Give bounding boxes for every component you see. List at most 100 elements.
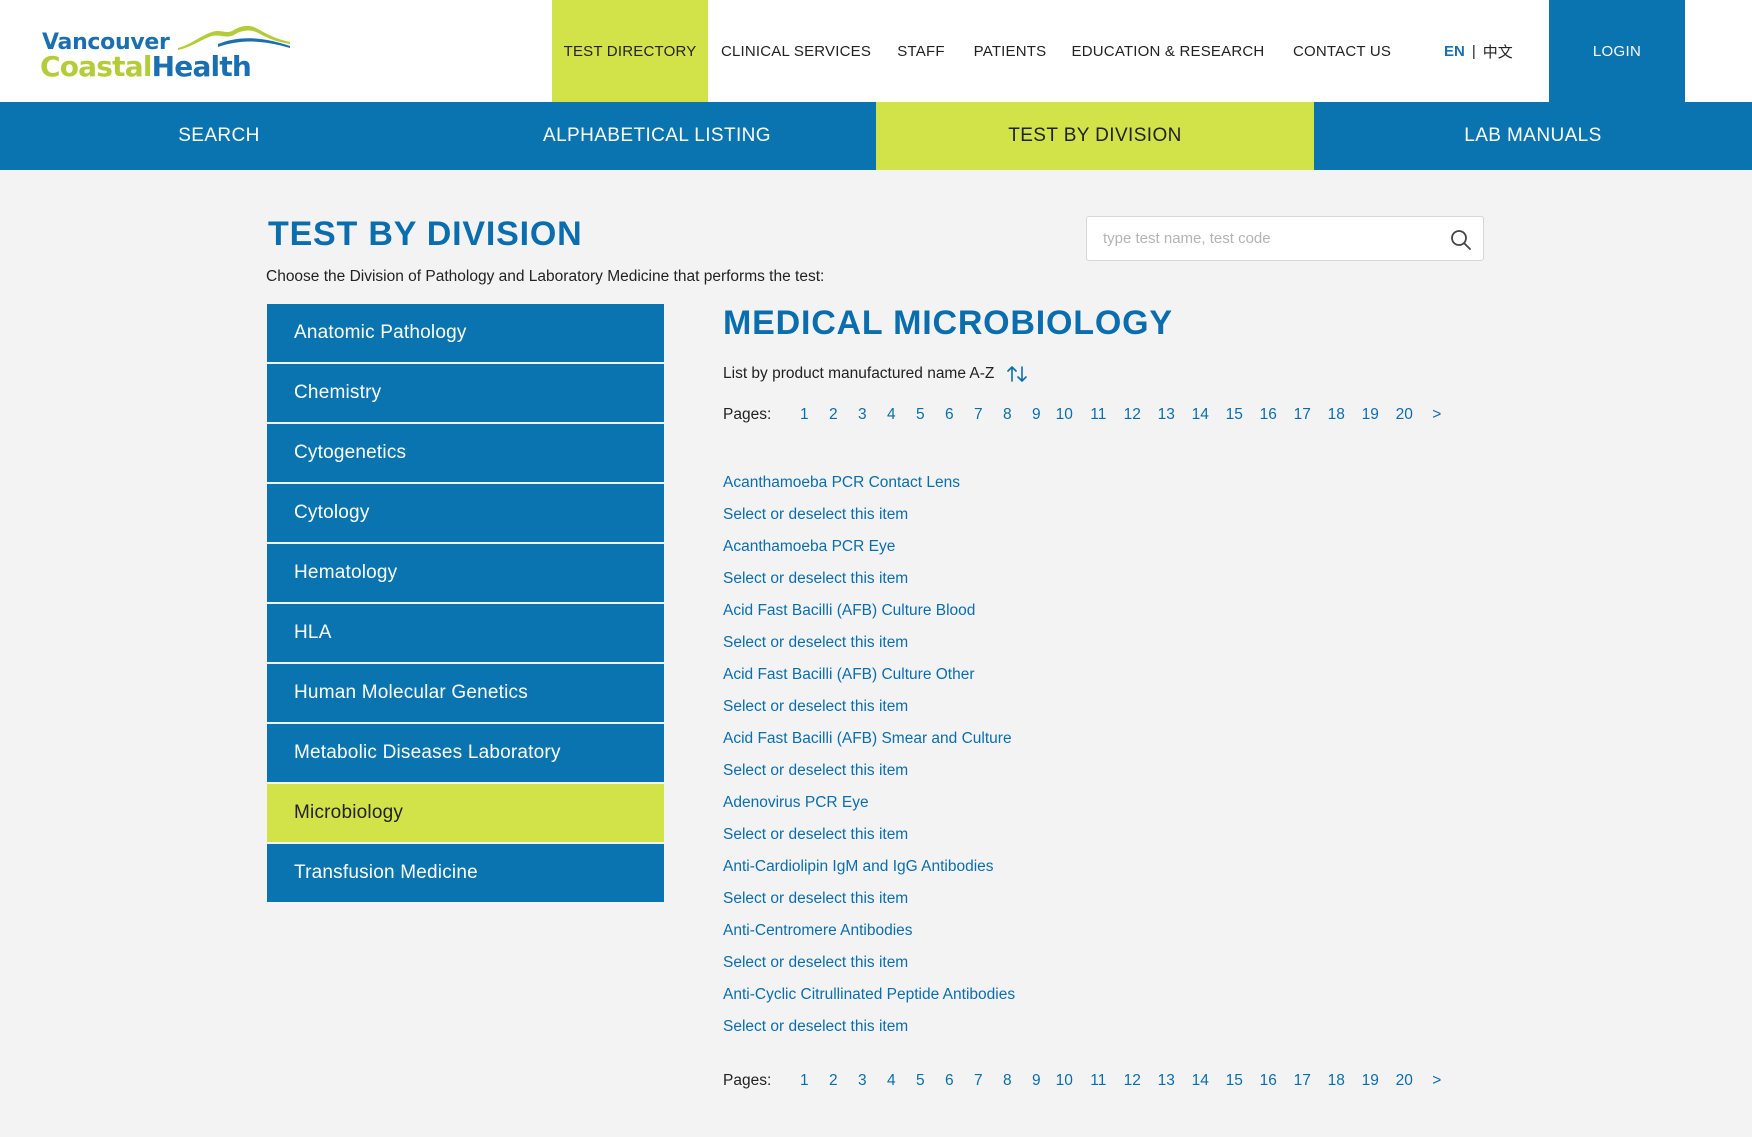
subnav-alphabetical-listing[interactable]: ALPHABETICAL LISTING [438,102,876,170]
page-link-3[interactable]: 3 [856,1072,868,1090]
page-link-19[interactable]: 19 [1358,406,1382,424]
subnav-search[interactable]: SEARCH [0,102,438,170]
page-link-17[interactable]: 17 [1290,1072,1314,1090]
topnav-patients[interactable]: PATIENTS [962,0,1058,102]
page-link-8[interactable]: 8 [1001,1072,1013,1090]
page-link-10[interactable]: 10 [1052,406,1076,424]
sort-control[interactable]: List by product manufactured name A-Z [723,364,1028,384]
page-link-3[interactable]: 3 [856,406,868,424]
page-link-5[interactable]: 5 [914,406,926,424]
sort-arrows-icon[interactable] [1006,364,1028,384]
topnav-test-directory[interactable]: TEST DIRECTORY [552,0,708,102]
page-link-1[interactable]: 1 [798,406,810,424]
page-link-10[interactable]: 10 [1052,1072,1076,1090]
next-page-link[interactable]: > [1432,406,1441,424]
mountain-logo-icon [178,25,290,50]
division-metabolic-diseases-laboratory[interactable]: Metabolic Diseases Laboratory [267,724,664,784]
page-link-20[interactable]: 20 [1392,1072,1416,1090]
select-item-toggle[interactable]: Select or deselect this item [723,819,1015,851]
division-hematology[interactable]: Hematology [267,544,664,604]
test-search-input[interactable] [1087,217,1483,260]
pagination-bottom: Pages: 1 2 3 4 5 6 7 8 9 10 11 12 13 14 15 16 17 18 19 20 > [723,1072,1441,1090]
login-button[interactable]: LOGIN [1549,0,1685,102]
page-link-2[interactable]: 2 [827,1072,839,1090]
page-link-4[interactable]: 4 [885,1072,897,1090]
page-link-11[interactable]: 11 [1086,406,1110,424]
division-cytology[interactable]: Cytology [267,484,664,544]
page-link-6[interactable]: 6 [943,406,955,424]
test-link[interactable]: Acid Fast Bacilli (AFB) Smear and Cultur… [723,723,1015,755]
division-human-molecular-genetics[interactable]: Human Molecular Genetics [267,664,664,724]
select-item-toggle[interactable]: Select or deselect this item [723,627,1015,659]
page-link-18[interactable]: 18 [1324,1072,1348,1090]
test-link[interactable]: Acid Fast Bacilli (AFB) Culture Other [723,659,1015,691]
page-link-12[interactable]: 12 [1120,1072,1144,1090]
lang-separator: | [1471,42,1476,60]
page-link-6[interactable]: 6 [943,1072,955,1090]
topnav-education-research[interactable]: EDUCATION & RESEARCH [1062,0,1274,102]
test-link[interactable]: Acanthamoeba PCR Eye [723,531,1015,563]
division-microbiology[interactable]: Microbiology [267,784,664,844]
page-link-1[interactable]: 1 [798,1072,810,1090]
subnav-test-by-division[interactable]: TEST BY DIVISION [876,102,1314,170]
division-chemistry[interactable]: Chemistry [267,364,664,424]
pages-label: Pages: [723,406,772,423]
page-link-19[interactable]: 19 [1358,1072,1382,1090]
page-title: TEST BY DIVISION [268,215,583,253]
select-item-toggle[interactable]: Select or deselect this item [723,947,1015,979]
page-link-12[interactable]: 12 [1120,406,1144,424]
topnav-staff[interactable]: STAFF [884,0,958,102]
page-link-2[interactable]: 2 [827,406,839,424]
pagination-top: Pages: 1 2 3 4 5 6 7 8 9 10 11 12 13 14 15 16 17 18 19 20 > [723,406,1441,424]
test-link[interactable]: Anti-Centromere Antibodies [723,915,1015,947]
select-item-toggle[interactable]: Select or deselect this item [723,499,1015,531]
select-item-toggle[interactable]: Select or deselect this item [723,755,1015,787]
select-item-toggle[interactable]: Select or deselect this item [723,563,1015,595]
select-item-toggle[interactable]: Select or deselect this item [723,1011,1015,1043]
test-link[interactable]: Acid Fast Bacilli (AFB) Culture Blood [723,595,1015,627]
page-link-15[interactable]: 15 [1222,406,1246,424]
page-link-13[interactable]: 13 [1154,406,1178,424]
division-hla[interactable]: HLA [267,604,664,664]
lang-en-link[interactable]: EN [1444,43,1465,60]
page-link-13[interactable]: 13 [1154,1072,1178,1090]
logo-text-coastal-health: CoastalHealth [40,50,252,83]
subnav-lab-manuals[interactable]: LAB MANUALS [1314,102,1752,170]
page-link-9[interactable]: 9 [1030,406,1042,424]
test-results-list: Acanthamoeba PCR Contact Lens Select or d… [723,467,1015,1043]
test-link[interactable]: Adenovirus PCR Eye [723,787,1015,819]
lang-zh-link[interactable]: 中文 [1483,41,1513,62]
page-link-14[interactable]: 14 [1188,1072,1212,1090]
page-link-20[interactable]: 20 [1392,406,1416,424]
select-item-toggle[interactable]: Select or deselect this item [723,883,1015,915]
division-anatomic-pathology[interactable]: Anatomic Pathology [267,304,664,364]
topnav-clinical-services[interactable]: CLINICAL SERVICES [712,0,880,102]
page-link-18[interactable]: 18 [1324,406,1348,424]
page-link-5[interactable]: 5 [914,1072,926,1090]
test-link[interactable]: Acanthamoeba PCR Contact Lens [723,467,1015,499]
page-subtitle: Choose the Division of Pathology and Lab… [266,268,825,285]
vch-logo[interactable]: Vancouver CoastalHealth [40,22,290,83]
site-header: Vancouver CoastalHealth TEST DIRECTORY C… [0,0,1752,102]
page-link-9[interactable]: 9 [1030,1072,1042,1090]
division-transfusion-medicine[interactable]: Transfusion Medicine [267,844,664,904]
page-link-4[interactable]: 4 [885,406,897,424]
page-link-17[interactable]: 17 [1290,406,1314,424]
page-link-7[interactable]: 7 [972,406,984,424]
division-cytogenetics[interactable]: Cytogenetics [267,424,664,484]
page-link-16[interactable]: 16 [1256,1072,1280,1090]
test-link[interactable]: Anti-Cardiolipin IgM and IgG Antibodies [723,851,1015,883]
division-list: Anatomic Pathology Chemistry Cytogenetic… [267,304,664,904]
test-link[interactable]: Anti-Cyclic Citrullinated Peptide Antibo… [723,979,1015,1011]
next-page-link[interactable]: > [1432,1072,1441,1090]
test-search-box [1086,216,1484,261]
page-link-8[interactable]: 8 [1001,406,1013,424]
page-link-16[interactable]: 16 [1256,406,1280,424]
page-link-14[interactable]: 14 [1188,406,1212,424]
page-link-15[interactable]: 15 [1222,1072,1246,1090]
page-link-11[interactable]: 11 [1086,1072,1110,1090]
magnifier-icon[interactable] [1449,228,1473,252]
select-item-toggle[interactable]: Select or deselect this item [723,691,1015,723]
page-link-7[interactable]: 7 [972,1072,984,1090]
topnav-contact-us[interactable]: CONTACT US [1278,0,1406,102]
